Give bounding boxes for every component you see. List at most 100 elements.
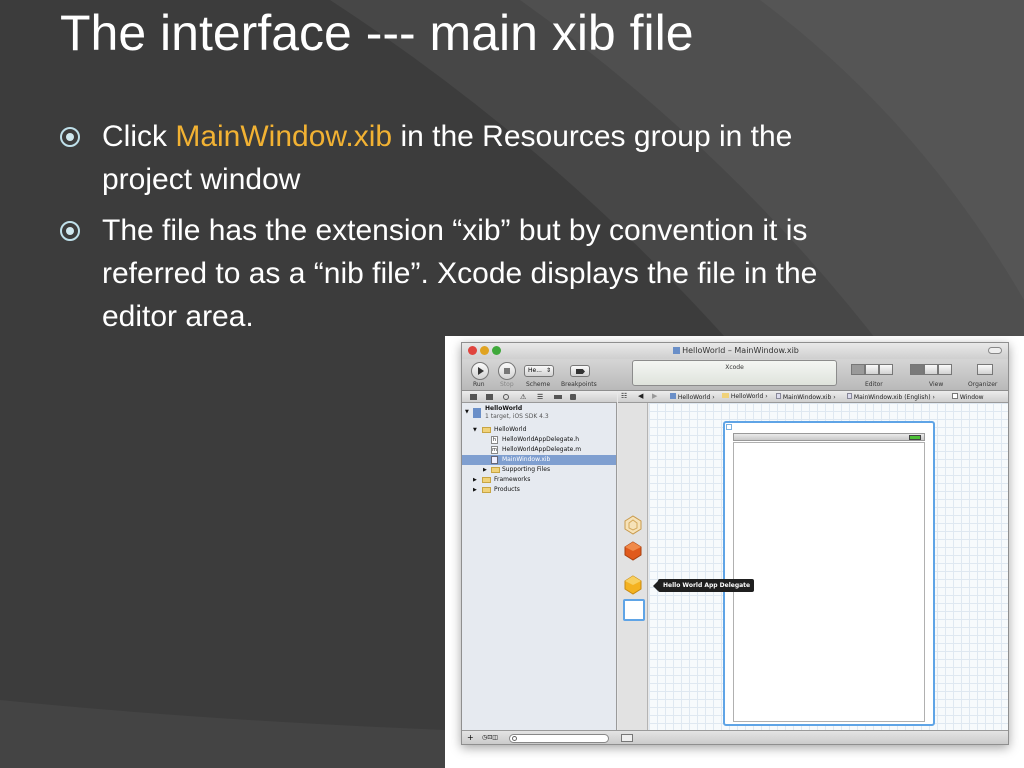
navigator-selector-bar: ⚠ ☰ (462, 391, 617, 403)
nav-item-label: HelloWorld (494, 426, 527, 433)
slide-title: The interface --- main xib file (60, 5, 694, 61)
breakpoint-icon (576, 369, 585, 374)
stop-label: Stop (500, 381, 514, 388)
object-dock (618, 403, 648, 730)
jump-crumb[interactable]: Window (952, 393, 984, 401)
nav-item-sublabel: 1 target, iOS SDK 4.3 (485, 413, 549, 420)
log-navigator-icon[interactable] (570, 394, 576, 400)
breakpoint-navigator-icon[interactable] (554, 395, 562, 399)
folder-icon (482, 477, 491, 483)
content-view[interactable] (733, 442, 925, 722)
jump-crumb[interactable]: MainWindow.xib › (776, 393, 836, 401)
battery-icon (909, 435, 921, 440)
nav-item-label: HelloWorldAppDelegate.h (502, 436, 580, 443)
disclosure-triangle-icon[interactable]: ▼ (465, 407, 469, 417)
folder-icon (482, 487, 491, 493)
nav-item-label: Products (494, 486, 520, 493)
folder-icon (491, 467, 500, 473)
nav-item-label: HelloWorldAppDelegate.m (502, 446, 582, 453)
popup-arrows-icon: ⇕ (545, 367, 551, 374)
scheme-label: He... (528, 367, 542, 374)
scheme-popup[interactable]: He... ⇕ (524, 365, 554, 377)
toolbar: He... ⇕ Run Stop Scheme Breakpoints Xcode… (462, 359, 1008, 391)
filter-icon (512, 736, 517, 741)
disclosure-triangle-icon[interactable]: ▶ (473, 485, 477, 495)
activity-text: Xcode (725, 364, 744, 371)
nav-item-file-selected[interactable]: MainWindow.xib (462, 455, 616, 465)
version-editor-button[interactable] (879, 364, 893, 375)
bottom-bar: + ◷⊡◫ (462, 730, 1008, 744)
activity-viewer: Xcode (632, 360, 837, 386)
bullet-text: The file has the extension “xib” but by … (102, 214, 818, 333)
organizer-button[interactable] (977, 364, 993, 375)
search-navigator-icon[interactable] (503, 394, 509, 400)
bullet-list: Click MainWindow.xib in the Resources gr… (60, 115, 880, 346)
nav-item-file[interactable]: h HelloWorldAppDelegate.h (482, 435, 615, 445)
project-icon (670, 393, 676, 399)
xcodeproj-icon (673, 347, 681, 354)
breakpoints-button[interactable] (570, 365, 590, 377)
run-button[interactable] (471, 362, 489, 380)
play-icon (478, 367, 484, 375)
window-title-text: HelloWorld – MainWindow.xib (682, 346, 799, 355)
bullet-circle-icon (60, 127, 80, 147)
nav-item-group[interactable]: ▶ Supporting Files (482, 465, 615, 475)
utilities-toggle-button[interactable] (938, 364, 952, 375)
files-owner-icon[interactable] (623, 515, 643, 535)
disclosure-triangle-icon[interactable]: ▶ (483, 465, 487, 475)
jump-crumb[interactable]: HelloWorld › (722, 393, 768, 400)
nav-item-group[interactable]: ▶ Products (472, 485, 615, 495)
status-bar (733, 433, 925, 441)
nav-item-file[interactable]: m HelloWorldAppDelegate.m (482, 445, 615, 455)
bullet-circle-icon (60, 221, 80, 241)
window-title: HelloWorld – MainWindow.xib (462, 346, 1008, 355)
resize-handle-icon[interactable] (726, 424, 732, 430)
back-arrow-icon[interactable]: ◀ (638, 392, 643, 400)
xib-file-icon (847, 393, 852, 399)
editor-label: Editor (865, 381, 883, 388)
window-object-icon[interactable] (623, 599, 645, 621)
filter-options-icon[interactable]: ◷⊡◫ (482, 734, 498, 741)
add-button[interactable]: + (467, 733, 474, 742)
debug-area-toggle-button[interactable] (924, 364, 938, 375)
bullet-text-pre: Click (102, 120, 176, 153)
window-view[interactable] (723, 421, 935, 726)
window-icon (952, 393, 958, 399)
toolbar-toggle-button[interactable] (988, 347, 1002, 354)
nav-item-label: Frameworks (494, 476, 531, 483)
app-delegate-icon[interactable] (623, 575, 643, 595)
nav-item-group[interactable]: ▼ HelloWorld (472, 425, 615, 435)
jump-crumb[interactable]: HelloWorld › (670, 393, 715, 401)
folder-icon (722, 393, 729, 398)
scheme-label-caption: Scheme (526, 381, 551, 388)
related-items-icon[interactable]: ☷ (621, 392, 627, 400)
source-file-icon: m (491, 446, 498, 454)
nav-item-group[interactable]: ▶ Frameworks (472, 475, 615, 485)
xib-file-icon (776, 393, 781, 399)
symbol-navigator-icon[interactable] (486, 394, 493, 400)
object-tooltip: Hello World App Delegate (653, 579, 754, 592)
forward-arrow-icon[interactable]: ▶ (652, 392, 657, 400)
assistant-editor-button[interactable] (865, 364, 879, 375)
nav-item-project[interactable]: ▼ HelloWorld 1 target, iOS SDK 4.3 (464, 405, 615, 424)
project-navigator-icon[interactable] (470, 394, 477, 400)
navigator-toggle-button[interactable] (910, 364, 924, 375)
folder-icon (482, 427, 491, 433)
standard-editor-button[interactable] (851, 364, 865, 375)
title-bar[interactable]: HelloWorld – MainWindow.xib (462, 343, 1008, 359)
stop-button[interactable] (498, 362, 516, 380)
first-responder-icon[interactable] (623, 541, 643, 561)
run-label: Run (473, 381, 485, 388)
dock-toggle-button[interactable] (621, 734, 633, 742)
bullet-item: Click MainWindow.xib in the Resources gr… (60, 115, 880, 201)
issue-navigator-icon[interactable]: ⚠ (520, 393, 526, 401)
jump-crumb[interactable]: MainWindow.xib (English) › (847, 393, 935, 401)
xcode-window: HelloWorld – MainWindow.xib He... ⇕ Run S… (461, 342, 1009, 745)
debug-navigator-icon[interactable]: ☰ (537, 393, 543, 401)
filter-field[interactable] (509, 734, 609, 743)
xib-file-icon (491, 456, 498, 464)
jump-bar: ☷ ◀ ▶ HelloWorld › HelloWorld › MainWind… (618, 391, 1008, 403)
disclosure-triangle-icon[interactable]: ▼ (473, 425, 477, 435)
disclosure-triangle-icon[interactable]: ▶ (473, 475, 477, 485)
nav-item-label: MainWindow.xib (502, 456, 551, 463)
